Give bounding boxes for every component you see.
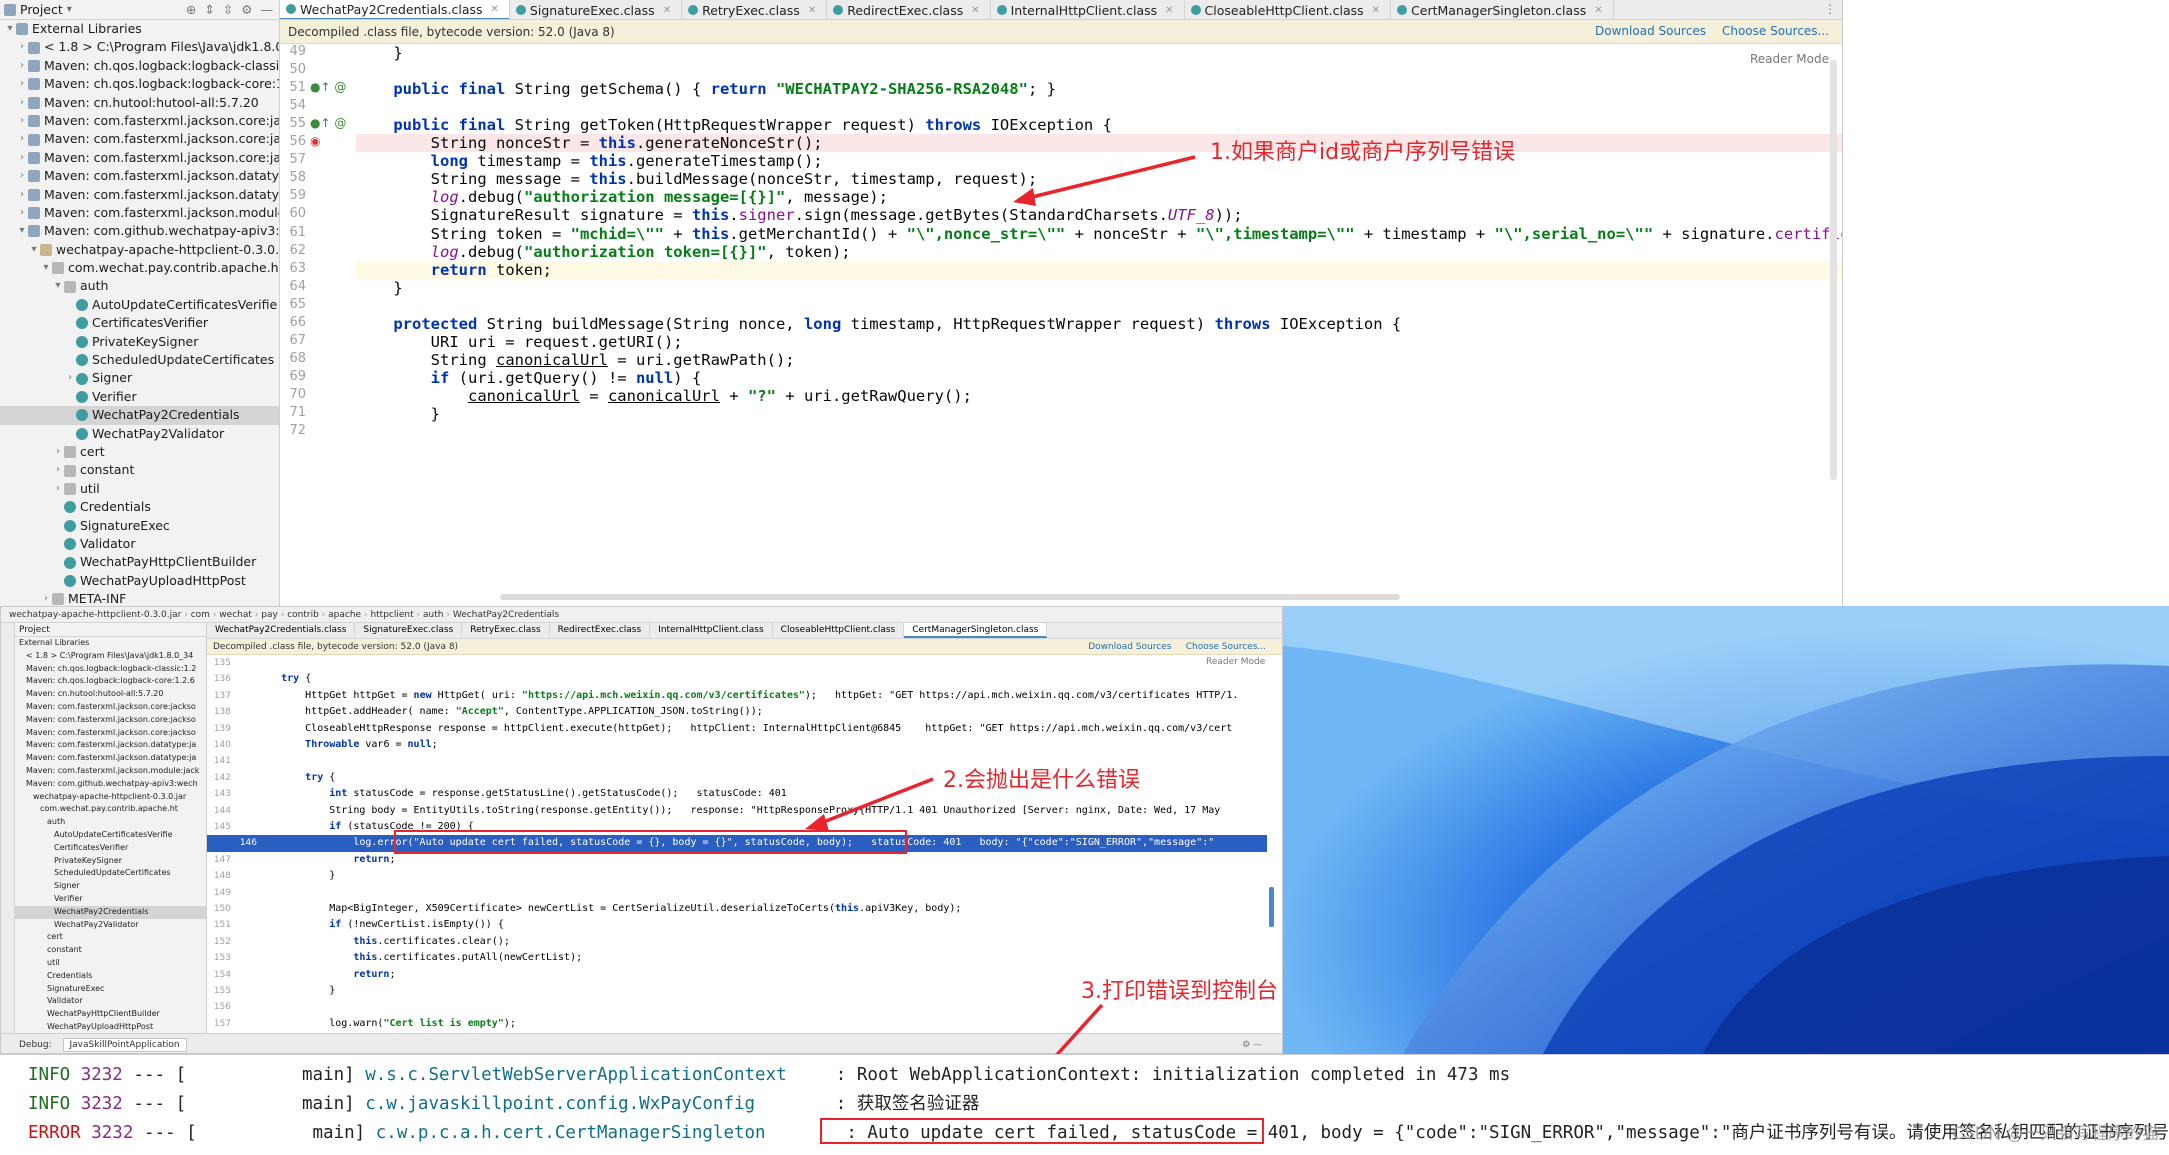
error-message-highlight-box: [820, 1118, 1264, 1144]
thread: [ main]: [175, 1094, 355, 1114]
csdn-watermark: CSDN @一只会写程序的猫: [1952, 1124, 2159, 1144]
thread: [ main]: [175, 1065, 355, 1085]
logger-name[interactable]: w.s.c.ServletWebServerApplicationContext: [365, 1061, 825, 1090]
log-message: 获取签名验证器: [856, 1094, 980, 1114]
pid: 3232: [80, 1094, 123, 1114]
separator: ---: [133, 1094, 166, 1114]
log-level: ERROR: [28, 1123, 81, 1143]
console-line[interactable]: INFO 3232 --- [ main] w.s.c.ServletWebSe…: [28, 1061, 1510, 1090]
console-output[interactable]: INFO 3232 --- [ main] w.s.c.ServletWebSe…: [0, 1054, 2169, 1144]
colon: :: [835, 1094, 847, 1114]
colon: :: [835, 1065, 847, 1085]
log-message: Root WebApplicationContext: initializati…: [856, 1065, 1511, 1085]
logger-name[interactable]: c.w.javaskillpoint.config.WxPayConfig: [365, 1090, 825, 1119]
annotation-3-arrow: [1014, 1003, 1104, 1102]
thread: [ main]: [186, 1123, 366, 1143]
console-line[interactable]: INFO 3232 --- [ main] c.w.javaskillpoint…: [28, 1090, 979, 1119]
pid: 3232: [91, 1123, 134, 1143]
log-level: INFO: [28, 1065, 71, 1085]
separator: ---: [133, 1065, 166, 1085]
log-level: INFO: [28, 1094, 71, 1114]
pid: 3232: [80, 1065, 123, 1085]
separator: ---: [143, 1123, 176, 1143]
